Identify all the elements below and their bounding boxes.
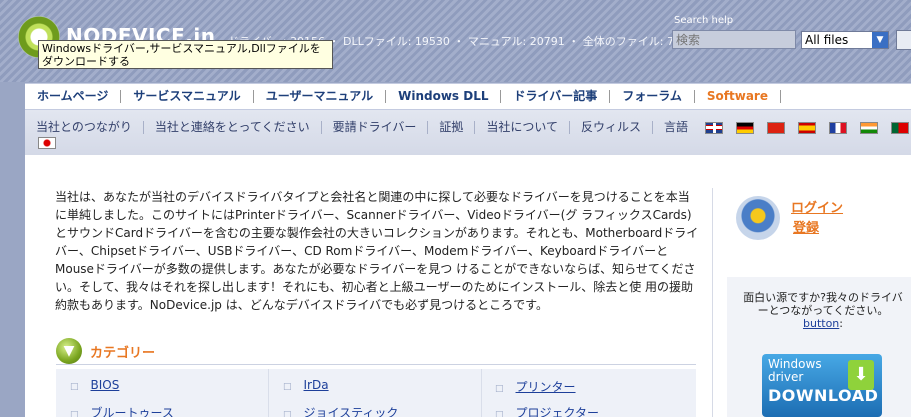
- register-link[interactable]: 登録: [793, 217, 819, 236]
- file-type-select[interactable]: All files ▼: [801, 31, 889, 49]
- column-divider: [481, 369, 482, 417]
- list-item: □ IrDa: [283, 378, 329, 392]
- china-flag-icon[interactable]: [767, 121, 786, 134]
- sidebar-divider: [712, 188, 713, 417]
- main-nav: ホームページ サービスマニュアル ユーザーマニュアル Windows DLL ド…: [25, 83, 911, 110]
- list-item: □ ブルートゥース: [70, 404, 174, 417]
- categories-table: □ BIOS □ IrDa □ プリンター □ ブルートゥース □ ジョイスティック □ プ…: [56, 369, 696, 417]
- promo-text: 面白い源ですか?我々のドライバーとつながってください。 button:: [739, 291, 907, 330]
- nav-forum[interactable]: フォーラム: [610, 90, 695, 103]
- categories-header: ▼ カテゴリー: [56, 338, 696, 364]
- promo-colon: :: [839, 317, 843, 330]
- file-type-select-value: All files: [805, 33, 849, 47]
- category-link-bluetooth[interactable]: ブルートゥース: [91, 406, 174, 417]
- nav-user-manuals[interactable]: ユーザーマニュアル: [254, 90, 387, 103]
- bullet-icon: □: [283, 382, 292, 392]
- subnav-about[interactable]: 当社について: [475, 121, 570, 134]
- search-go-button[interactable]: [896, 30, 911, 50]
- list-item: □ プリンター: [495, 378, 576, 395]
- sub-nav: 当社とのつながり 当社と連絡をとってください 要請ドライバー 証拠 当社について…: [25, 110, 911, 155]
- subnav-request-driver[interactable]: 要請ドライバー: [322, 121, 429, 134]
- categories-title: カテゴリー: [90, 345, 156, 361]
- logo-tooltip: Windowsドライバー,サービスマニュアル,Dllファイルをダウンロードする: [38, 40, 333, 69]
- bullet-icon: □: [70, 382, 79, 392]
- chevron-down-circle-icon: ▼: [56, 338, 82, 364]
- nav-software[interactable]: Software: [695, 90, 781, 103]
- bullet-icon: □: [283, 410, 292, 417]
- subnav-contact[interactable]: 当社と連絡をとってください: [144, 121, 322, 134]
- portugal-flag-icon[interactable]: [891, 121, 910, 134]
- bullet-icon: □: [495, 384, 504, 394]
- subnav-language[interactable]: 言語: [653, 121, 699, 134]
- india-flag-icon[interactable]: [860, 121, 879, 134]
- list-item: □ ジョイスティック: [283, 404, 398, 417]
- chevron-down-icon[interactable]: ▼: [872, 32, 888, 48]
- language-flags: [705, 121, 910, 134]
- column-divider: [268, 369, 269, 417]
- france-flag-icon[interactable]: [829, 121, 848, 134]
- category-link-printer[interactable]: プリンター: [516, 380, 576, 394]
- list-item: □ プロジェクター: [495, 404, 599, 417]
- uk-flag-icon[interactable]: [705, 121, 724, 134]
- categories-divider: [56, 364, 696, 365]
- promo-message: 面白い源ですか?我々のドライバーとつながってください。: [743, 291, 903, 317]
- spain-flag-icon[interactable]: [798, 121, 817, 134]
- bullet-icon: □: [495, 410, 504, 417]
- promo-button-link[interactable]: button: [803, 317, 839, 330]
- germany-flag-icon[interactable]: [736, 121, 755, 134]
- subnav-connect[interactable]: 当社とのつながり: [25, 121, 144, 134]
- category-link-irda[interactable]: IrDa: [304, 378, 329, 392]
- main-content: 当社は、あなたが当社のデバイスドライバタイプと会社名と関連の中に探して必要なドラ…: [25, 155, 911, 417]
- category-link-bios[interactable]: BIOS: [91, 378, 120, 392]
- user-icon: [736, 196, 780, 240]
- promo-box: 面白い源ですか?我々のドライバーとつながってください。 button: Wind…: [727, 277, 911, 417]
- site-header: NODEVICE.in ドライバー: 30156 ・ DLLファイル: 1953…: [0, 0, 911, 82]
- search-help-label: Search help: [674, 15, 734, 26]
- search-input[interactable]: [672, 30, 796, 49]
- intro-text: 当社は、あなたが当社のデバイスドライバタイプと会社名と関連の中に探して必要なドラ…: [55, 190, 699, 312]
- category-link-projector[interactable]: プロジェクター: [516, 406, 600, 417]
- nav-driver-articles[interactable]: ドライバー記事: [501, 90, 611, 103]
- nav-home[interactable]: ホームページ: [25, 90, 122, 103]
- subnav-antivirus[interactable]: 反ウィルス: [570, 121, 654, 134]
- bullet-icon: □: [70, 410, 79, 417]
- driver-download-banner[interactable]: Windows driver DOWNLOAD ⬇: [762, 354, 882, 417]
- nav-service-manuals[interactable]: サービスマニュアル: [121, 90, 254, 103]
- list-item: □ BIOS: [70, 378, 119, 392]
- subnav-proof[interactable]: 証拠: [428, 121, 476, 134]
- category-link-joystick[interactable]: ジョイスティック: [304, 406, 399, 417]
- download-arrow-icon: ⬇: [848, 360, 874, 390]
- login-link[interactable]: ログイン: [791, 197, 843, 216]
- nav-windows-dll[interactable]: Windows DLL: [386, 90, 502, 103]
- japan-flag-icon[interactable]: [38, 137, 56, 149]
